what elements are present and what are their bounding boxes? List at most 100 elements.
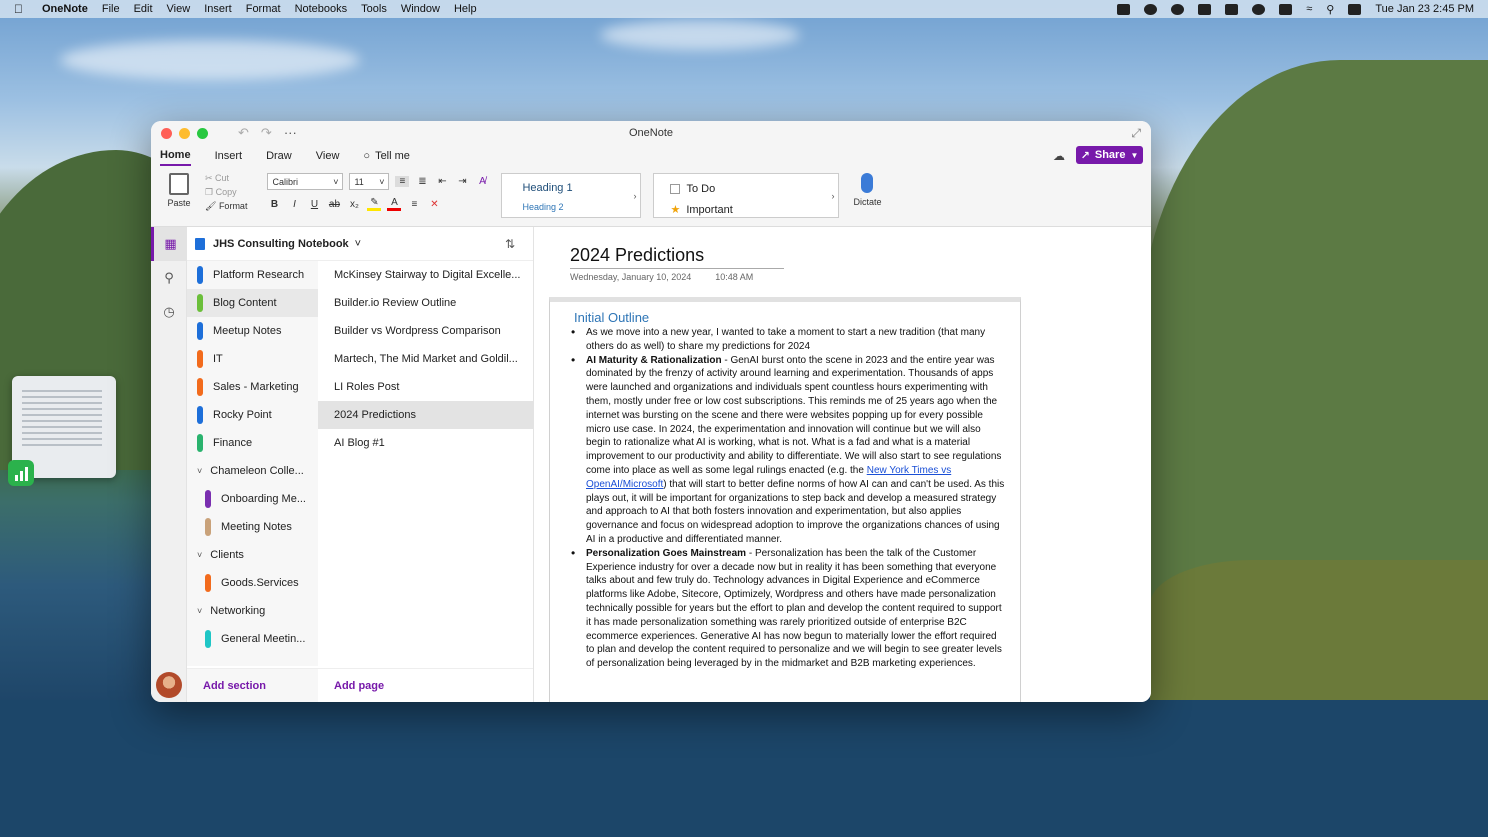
expand-icon[interactable]: ⤢	[1131, 126, 1141, 141]
search-icon[interactable]: ⚲	[151, 261, 187, 295]
section-item[interactable]: Platform Research	[187, 261, 318, 289]
page-item[interactable]: McKinsey Stairway to Digital Excelle...	[318, 261, 533, 289]
dictate-button[interactable]: Dictate	[853, 173, 881, 207]
recent-clock-icon[interactable]: ◷	[151, 295, 187, 329]
section-item[interactable]: Meeting Notes	[187, 513, 318, 541]
app-status-icon[interactable]	[1117, 3, 1131, 15]
numbered-list-icon[interactable]: ≣	[415, 176, 429, 187]
notebooks-icon[interactable]: ▦	[151, 227, 187, 261]
screenshot-icon[interactable]	[1225, 3, 1239, 15]
menu-window[interactable]: Window	[401, 3, 440, 15]
list-item[interactable]: As we move into a new year, I wanted to …	[571, 326, 1006, 354]
section-item[interactable]: Finance	[187, 429, 318, 457]
styles-gallery[interactable]: Heading 1 Heading 2 ›	[501, 173, 642, 218]
page-item[interactable]: Martech, The Mid Market and Goldil...	[318, 345, 533, 373]
cloud-icon[interactable]	[1144, 3, 1158, 15]
numbers-app-icon[interactable]	[8, 460, 34, 486]
section-item[interactable]: Blog Content	[187, 289, 318, 317]
menu-insert[interactable]: Insert	[204, 3, 232, 15]
style-heading-1[interactable]: Heading 1	[522, 182, 640, 194]
highlight-icon[interactable]: ✎	[367, 197, 382, 211]
share-button[interactable]: ↗ Share ▼	[1076, 146, 1143, 164]
chevron-right-icon[interactable]: ›	[633, 191, 636, 201]
bullet-list-icon[interactable]: ≡	[395, 176, 410, 187]
page-item[interactable]: Builder.io Review Outline	[318, 289, 533, 317]
section-group[interactable]: ˅ Chameleon Colle...	[187, 457, 318, 485]
page-item[interactable]: AI Blog #1	[318, 429, 533, 457]
tab-view[interactable]: View	[316, 147, 340, 165]
bold-button[interactable]: B	[267, 199, 281, 210]
menu-help[interactable]: Help	[454, 3, 477, 15]
tag-todo[interactable]: To Do	[670, 180, 838, 197]
section-item[interactable]: Rocky Point	[187, 401, 318, 429]
menu-edit[interactable]: Edit	[134, 3, 153, 15]
format-painter-button[interactable]: 🖌 Format	[205, 201, 247, 212]
chevron-down-icon[interactable]: ˅	[197, 550, 202, 560]
chevron-right-icon[interactable]: ›	[831, 191, 834, 201]
page-item[interactable]: 2024 Predictions	[318, 401, 533, 429]
cut-button[interactable]: ✂ Cut	[205, 173, 247, 184]
underline-button[interactable]: U	[307, 199, 321, 210]
page-item[interactable]: Builder vs Wordpress Comparison	[318, 317, 533, 345]
tell-me-search[interactable]: ○ Tell me	[363, 150, 410, 162]
page-item[interactable]: LI Roles Post	[318, 373, 533, 401]
tab-draw[interactable]: Draw	[266, 147, 292, 165]
undo-icon[interactable]: ↶	[238, 125, 249, 141]
italic-button[interactable]: I	[287, 199, 301, 210]
font-color-icon[interactable]: A	[387, 197, 402, 211]
style-heading-2[interactable]: Heading 2	[522, 202, 640, 212]
page-title[interactable]: 2024 Predictions	[570, 245, 784, 269]
wifi-icon[interactable]: ≈	[1306, 3, 1312, 15]
dropbox-icon[interactable]	[1198, 3, 1212, 15]
apple-icon[interactable]: 	[14, 2, 34, 16]
avatar[interactable]	[156, 672, 182, 698]
tags-gallery[interactable]: To Do ★ Important ›	[653, 173, 840, 218]
menu-format[interactable]: Format	[246, 3, 281, 15]
section-item[interactable]: Sales - Marketing	[187, 373, 318, 401]
notebook-selector[interactable]: JHS Consulting Notebook ˅ ⇅	[187, 227, 533, 261]
align-icon[interactable]: ≡	[407, 199, 421, 210]
sync-cloud-icon[interactable]: ☁	[1053, 149, 1065, 163]
close-window-button[interactable]	[161, 127, 172, 139]
section-item[interactable]: Onboarding Me...	[187, 485, 318, 513]
play-icon[interactable]	[1252, 3, 1266, 15]
subscript-button[interactable]: x₂	[347, 199, 361, 210]
indent-icon[interactable]: ⇥	[455, 176, 469, 187]
cloud-sync-icon[interactable]	[1171, 3, 1185, 15]
menubar-clock[interactable]: Tue Jan 23 2:45 PM	[1375, 3, 1474, 15]
paste-button[interactable]: Paste	[161, 173, 197, 208]
more-icon[interactable]: ···	[284, 125, 297, 141]
menu-file[interactable]: File	[102, 3, 120, 15]
list-item[interactable]: AI Maturity & Rationalization - GenAI bu…	[571, 354, 1006, 547]
search-icon[interactable]: ⚲	[1326, 3, 1334, 16]
outline-heading[interactable]: Initial Outline	[574, 310, 1020, 325]
menu-notebooks[interactable]: Notebooks	[295, 3, 348, 15]
add-section-button[interactable]: Add section	[187, 668, 318, 702]
list-item[interactable]: Personalization Goes Mainstream - Person…	[571, 547, 1006, 671]
tab-home[interactable]: Home	[160, 146, 191, 166]
section-item[interactable]: General Meetin...	[187, 625, 318, 653]
menu-app-name[interactable]: OneNote	[42, 3, 88, 15]
page-canvas[interactable]: 2024 Predictions Wednesday, January 10, …	[533, 227, 1151, 702]
section-item[interactable]: Goods.Services	[187, 569, 318, 597]
strikethrough-button[interactable]: ab	[327, 199, 341, 210]
add-page-button[interactable]: Add page	[318, 680, 384, 692]
outdent-icon[interactable]: ⇤	[435, 176, 449, 187]
tab-insert[interactable]: Insert	[215, 147, 243, 165]
menu-tools[interactable]: Tools	[361, 3, 387, 15]
chevron-down-icon[interactable]: ˅	[197, 606, 202, 616]
control-center-icon[interactable]	[1348, 3, 1362, 15]
font-size-dropdown[interactable]: 11 ˅	[349, 173, 390, 190]
copy-button[interactable]: ❐ Copy	[205, 187, 247, 198]
tag-important[interactable]: ★ Important	[670, 201, 838, 218]
section-item[interactable]: Meetup Notes	[187, 317, 318, 345]
clear-format-icon[interactable]: A̸	[475, 176, 489, 187]
section-group[interactable]: ˅ Networking	[187, 597, 318, 625]
menu-view[interactable]: View	[167, 3, 191, 15]
battery-icon[interactable]	[1279, 3, 1293, 15]
delete-icon[interactable]: ✕	[427, 199, 441, 210]
section-group[interactable]: ˅ Clients	[187, 541, 318, 569]
minimize-window-button[interactable]	[179, 127, 190, 139]
zoom-window-button[interactable]	[197, 127, 208, 139]
font-family-dropdown[interactable]: Calibri ˅	[267, 173, 344, 190]
